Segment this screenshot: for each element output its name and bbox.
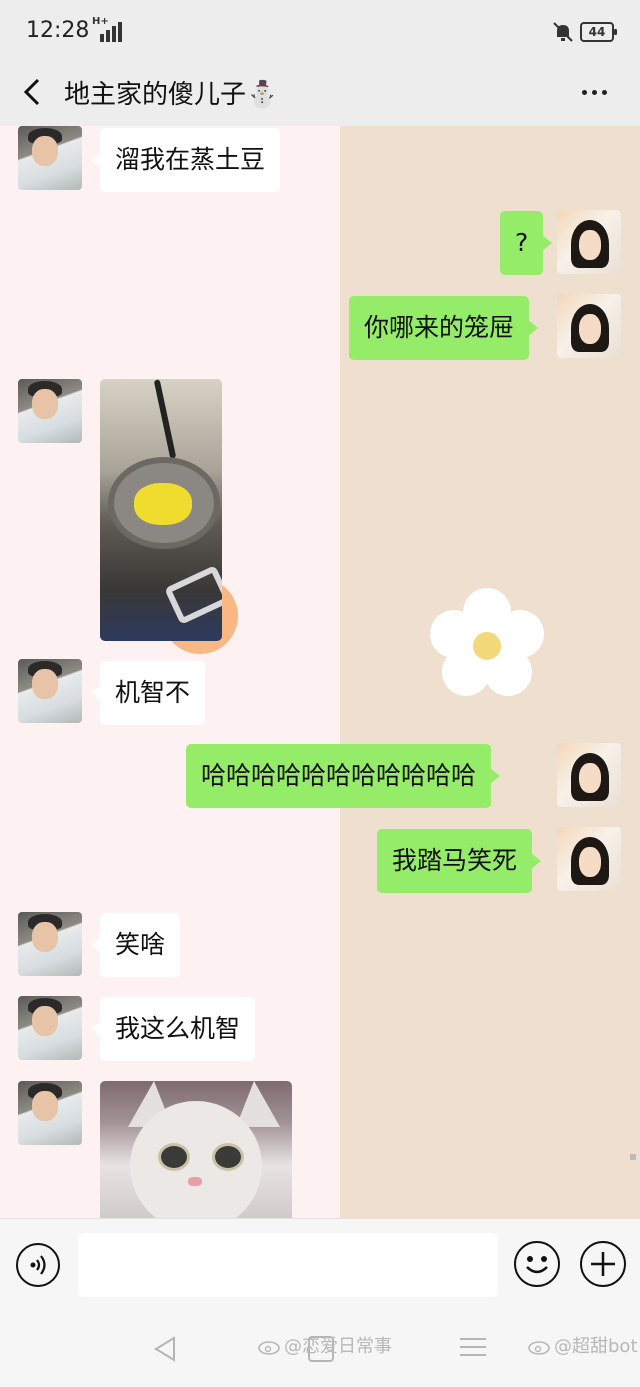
- wallpaper-mark: [630, 1154, 636, 1160]
- avatar[interactable]: [18, 912, 82, 976]
- avatar[interactable]: [557, 210, 621, 274]
- weibo-icon: [528, 1341, 550, 1355]
- potato-in-pot-photo[interactable]: [100, 379, 222, 641]
- chat-area[interactable]: 溜我在蒸土豆 ? 你哪来的笼屉 机智不 哈哈哈哈哈哈哈哈哈哈哈 我踏马笑死 笑啥…: [0, 126, 640, 1218]
- voice-icon[interactable]: [16, 1243, 60, 1287]
- nav-back-icon[interactable]: [150, 1334, 180, 1364]
- wallpaper-torn-edge: [270, 126, 316, 1218]
- message-bubble-incoming[interactable]: 溜我在蒸土豆: [90, 128, 281, 192]
- more-dots-icon[interactable]: [574, 78, 614, 108]
- nav-menu-icon[interactable]: [460, 1336, 486, 1358]
- message-bubble-outgoing[interactable]: 哈哈哈哈哈哈哈哈哈哈哈: [186, 744, 501, 808]
- status-bar: 12:28 H+ 44: [0, 0, 640, 60]
- message-bubble-outgoing[interactable]: 我踏马笑死: [377, 829, 542, 893]
- avatar[interactable]: [18, 996, 82, 1060]
- plus-icon[interactable]: [580, 1241, 626, 1287]
- avatar[interactable]: [557, 294, 621, 358]
- avatar[interactable]: [18, 1081, 82, 1145]
- avatar[interactable]: [18, 379, 82, 443]
- flower-icon: [430, 588, 544, 696]
- watermark-text: @超甜bot: [554, 1336, 638, 1357]
- white-cat-photo[interactable]: [100, 1081, 292, 1218]
- battery-icon: 44: [580, 22, 617, 42]
- message-bubble-incoming[interactable]: 我这么机智: [90, 997, 256, 1061]
- chevron-left-icon[interactable]: [18, 74, 48, 110]
- chat-header: 地主家的傻儿子⛄: [0, 60, 640, 126]
- message-bubble-incoming[interactable]: 笑啥: [90, 913, 181, 977]
- mute-bell-icon: [553, 22, 573, 42]
- watermark: @超甜bot: [528, 1332, 638, 1358]
- watermark-text: @恋爱日常事: [284, 1336, 392, 1357]
- system-nav-bar: @恋爱日常事 @超甜bot: [0, 1310, 640, 1387]
- message-bubble-outgoing[interactable]: ?: [500, 211, 553, 275]
- message-bubble-outgoing[interactable]: 你哪来的笼屉: [349, 296, 539, 360]
- emoji-icon[interactable]: [514, 1241, 560, 1287]
- network-type: H+: [92, 16, 109, 27]
- input-bar: [0, 1218, 640, 1311]
- signal-icon: H+: [92, 16, 126, 42]
- message-input[interactable]: [78, 1233, 498, 1297]
- avatar[interactable]: [557, 827, 621, 891]
- chat-title: 地主家的傻儿子⛄: [64, 80, 279, 110]
- weibo-icon: [258, 1341, 280, 1355]
- avatar[interactable]: [18, 659, 82, 723]
- status-time: 12:28: [26, 18, 90, 43]
- message-bubble-incoming[interactable]: 机智不: [90, 661, 206, 725]
- avatar[interactable]: [557, 743, 621, 807]
- watermark: @恋爱日常事: [258, 1332, 392, 1358]
- avatar[interactable]: [18, 126, 82, 190]
